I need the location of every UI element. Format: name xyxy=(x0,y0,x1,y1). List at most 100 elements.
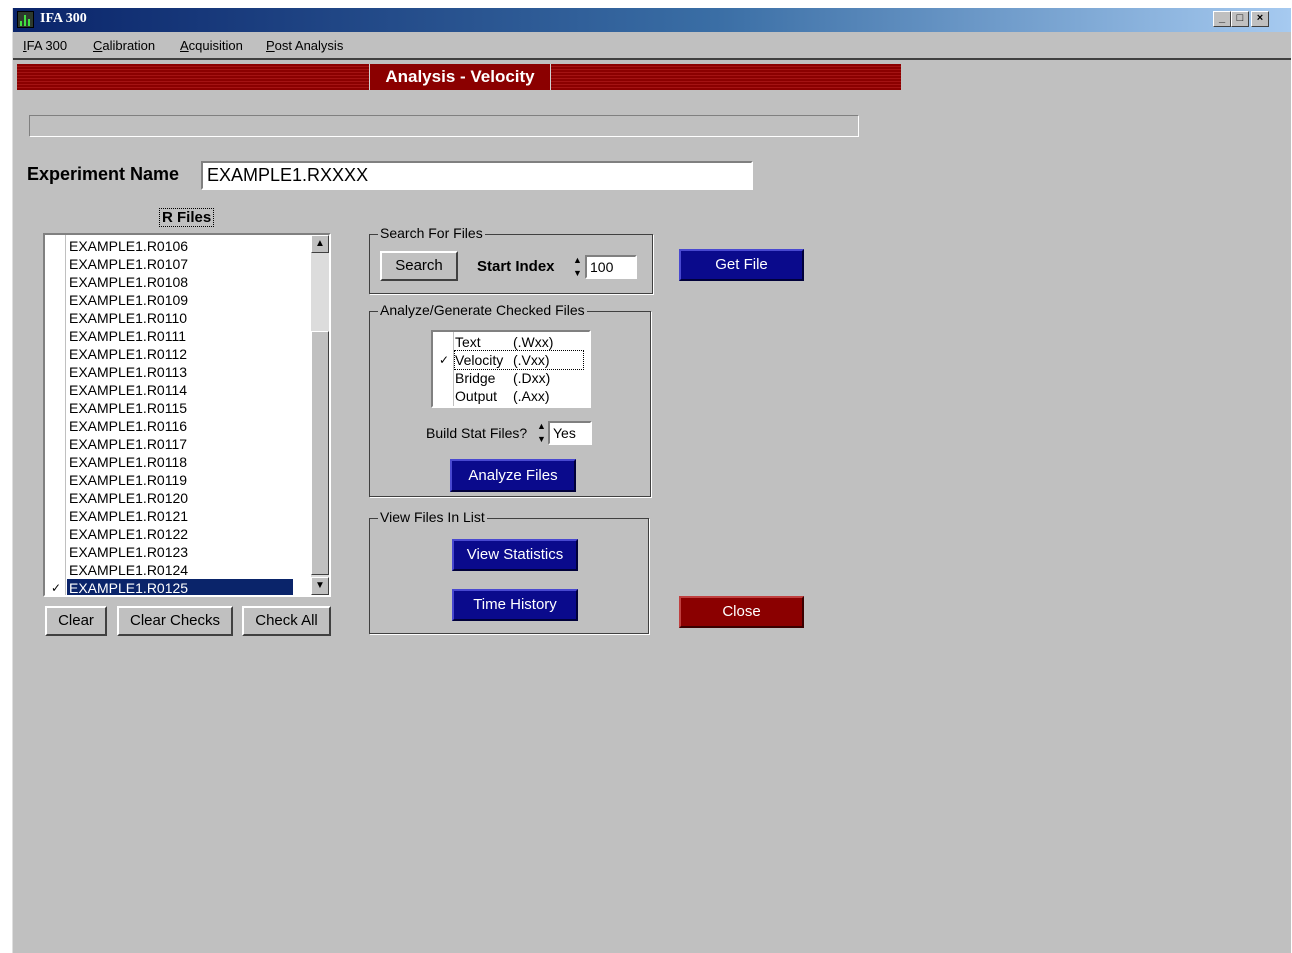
file-type-list[interactable]: Text (.Wxx) ✓ Velocity (.Vxx) Bridge (.Dxx) Out… xyxy=(431,330,591,408)
r-file-list-item[interactable]: EXAMPLE1.R0109 xyxy=(45,291,305,309)
window-title: IFA 300 xyxy=(40,11,87,26)
scroll-up-button[interactable]: ▲ xyxy=(311,235,329,253)
build-stat-spinner[interactable]: ▲ ▼ xyxy=(535,420,548,446)
r-file-list-item[interactable]: EXAMPLE1.R0121 xyxy=(45,507,305,525)
r-file-list-item[interactable]: EXAMPLE1.R0115 xyxy=(45,399,305,417)
list-scrollbar[interactable]: ▲ ▼ xyxy=(311,235,329,595)
title-bar[interactable]: IFA 300 _ □ × xyxy=(13,8,1291,32)
close-window-button[interactable]: × xyxy=(1251,11,1269,27)
r-file-name: EXAMPLE1.R0120 xyxy=(69,490,189,506)
experiment-name-label: Experiment Name xyxy=(27,164,180,184)
r-file-name: EXAMPLE1.R0112 xyxy=(69,346,188,362)
r-file-name: EXAMPLE1.R0114 xyxy=(69,382,188,398)
r-file-list-item[interactable]: EXAMPLE1.R0113 xyxy=(45,363,305,381)
experiment-name-input[interactable]: EXAMPLE1.RXXXX xyxy=(201,161,753,190)
scroll-thumb[interactable] xyxy=(311,331,329,575)
file-type-label: Bridge (.Dxx) xyxy=(455,369,550,387)
file-type-ext: (.Dxx) xyxy=(513,370,551,386)
r-file-list-item[interactable]: EXAMPLE1.R0122 xyxy=(45,525,305,543)
r-file-name: EXAMPLE1.R0118 xyxy=(69,454,188,470)
scroll-down-button[interactable]: ▼ xyxy=(311,577,329,595)
r-file-list-item[interactable]: ✓ EXAMPLE1.R0125 xyxy=(45,579,305,595)
r-file-name: EXAMPLE1.R0115 xyxy=(69,400,188,416)
start-index-spinner[interactable]: ▲ ▼ xyxy=(571,254,584,280)
r-files-label: R Files xyxy=(159,208,215,227)
maximize-icon: □ xyxy=(1236,12,1244,24)
r-file-list-item[interactable]: EXAMPLE1.R0120 xyxy=(45,489,305,507)
r-file-list-item[interactable]: EXAMPLE1.R0119 xyxy=(45,471,305,489)
r-file-list-item[interactable]: EXAMPLE1.R0117 xyxy=(45,435,305,453)
r-file-list-item[interactable]: EXAMPLE1.R0114 xyxy=(45,381,305,399)
arrow-up-icon: ▲ xyxy=(315,238,325,249)
search-files-group-title: Search For Files xyxy=(378,225,485,241)
menu-acquisition[interactable]: Acquisition xyxy=(180,38,243,53)
r-file-name: EXAMPLE1.R0125 xyxy=(67,579,293,595)
menu-calibration[interactable]: Calibration xyxy=(93,38,155,53)
r-file-list-item[interactable]: EXAMPLE1.R0110 xyxy=(45,309,305,327)
file-type-ext: (.Axx) xyxy=(513,388,550,404)
file-type-name: Text xyxy=(455,334,481,350)
check-all-button[interactable]: Check All xyxy=(242,606,331,636)
analyze-group-title: Analyze/Generate Checked Files xyxy=(378,302,587,318)
r-file-name: EXAMPLE1.R0117 xyxy=(69,436,188,452)
r-file-list-item[interactable]: EXAMPLE1.R0123 xyxy=(45,543,305,561)
file-type-name: Velocity xyxy=(455,352,504,368)
file-type-item[interactable]: Text (.Wxx) xyxy=(433,333,587,351)
spin-up-icon: ▲ xyxy=(537,421,546,431)
r-file-name: EXAMPLE1.R0107 xyxy=(69,256,189,272)
time-history-button[interactable]: Time History xyxy=(452,589,578,621)
arrow-down-icon: ▼ xyxy=(315,580,325,591)
start-index-input[interactable]: 100 xyxy=(585,255,637,279)
r-file-list-item[interactable]: EXAMPLE1.R0124 xyxy=(45,561,305,579)
maximize-button[interactable]: □ xyxy=(1231,11,1249,27)
r-file-name: EXAMPLE1.R0111 xyxy=(69,328,186,344)
r-file-list-item[interactable]: EXAMPLE1.R0118 xyxy=(45,453,305,471)
main-window: IFA 300 _ □ × IFA 300 Calibration Acquis… xyxy=(12,8,1291,953)
checkmark-icon[interactable]: ✓ xyxy=(437,351,451,369)
r-file-list-item[interactable]: EXAMPLE1.R0112 xyxy=(45,345,305,363)
file-type-item[interactable]: Output (.Axx) xyxy=(433,387,587,405)
menu-bar: IFA 300 Calibration Acquisition Post Ana… xyxy=(13,32,1291,60)
progress-bar xyxy=(29,115,859,137)
spin-down-icon: ▼ xyxy=(573,268,582,278)
file-type-item[interactable]: Bridge (.Dxx) xyxy=(433,369,587,387)
view-statistics-button[interactable]: View Statistics xyxy=(452,539,578,571)
clear-button[interactable]: Clear xyxy=(45,606,107,636)
r-file-name: EXAMPLE1.R0108 xyxy=(69,274,189,290)
build-stat-label: Build Stat Files? xyxy=(426,425,528,441)
minimize-icon: _ xyxy=(1218,12,1226,24)
header-banner: Analysis - Velocity xyxy=(17,64,901,90)
menu-post-analysis[interactable]: Post Analysis xyxy=(266,38,343,53)
r-file-name: EXAMPLE1.R0106 xyxy=(69,238,189,254)
r-file-list-item[interactable]: EXAMPLE1.R0108 xyxy=(45,273,305,291)
file-type-ext: (.Vxx) xyxy=(513,352,550,368)
file-type-item[interactable]: ✓ Velocity (.Vxx) xyxy=(433,350,587,370)
r-file-name: EXAMPLE1.R0121 xyxy=(69,508,189,524)
search-button[interactable]: Search xyxy=(380,251,458,281)
search-files-group: Search For Files Search Start Index ▲ ▼ 1… xyxy=(369,225,653,294)
clear-checks-button[interactable]: Clear Checks xyxy=(117,606,233,636)
r-file-list-item[interactable]: EXAMPLE1.R0107 xyxy=(45,255,305,273)
r-file-name: EXAMPLE1.R0109 xyxy=(69,292,189,308)
r-file-list-item[interactable]: EXAMPLE1.R0116 xyxy=(45,417,305,435)
menu-ifa300[interactable]: IFA 300 xyxy=(23,38,67,53)
close-button[interactable]: Close xyxy=(679,596,804,628)
view-files-group: View Files In List View Statistics Time … xyxy=(369,509,649,634)
get-file-button[interactable]: Get File xyxy=(679,249,804,281)
r-files-list[interactable]: EXAMPLE1.R0106 EXAMPLE1.R0107 EXAMPLE1.R01… xyxy=(43,233,331,597)
r-file-name: EXAMPLE1.R0110 xyxy=(69,310,188,326)
spin-up-icon: ▲ xyxy=(573,255,582,265)
r-file-list-item[interactable]: EXAMPLE1.R0106 xyxy=(45,237,305,255)
start-index-label: Start Index xyxy=(477,258,555,275)
minimize-button[interactable]: _ xyxy=(1213,11,1231,27)
r-file-name: EXAMPLE1.R0116 xyxy=(69,418,188,434)
build-stat-input[interactable]: Yes xyxy=(548,421,592,445)
app-icon xyxy=(17,11,34,28)
close-icon: × xyxy=(1256,12,1264,24)
analyze-group: Analyze/Generate Checked Files Text (.Wxx… xyxy=(369,302,651,497)
analyze-files-button[interactable]: Analyze Files xyxy=(450,459,576,492)
checkmark-icon[interactable]: ✓ xyxy=(49,579,63,595)
file-type-label: Velocity (.Vxx) xyxy=(454,350,584,370)
file-type-ext: (.Wxx) xyxy=(513,334,554,350)
r-file-list-item[interactable]: EXAMPLE1.R0111 xyxy=(45,327,305,345)
